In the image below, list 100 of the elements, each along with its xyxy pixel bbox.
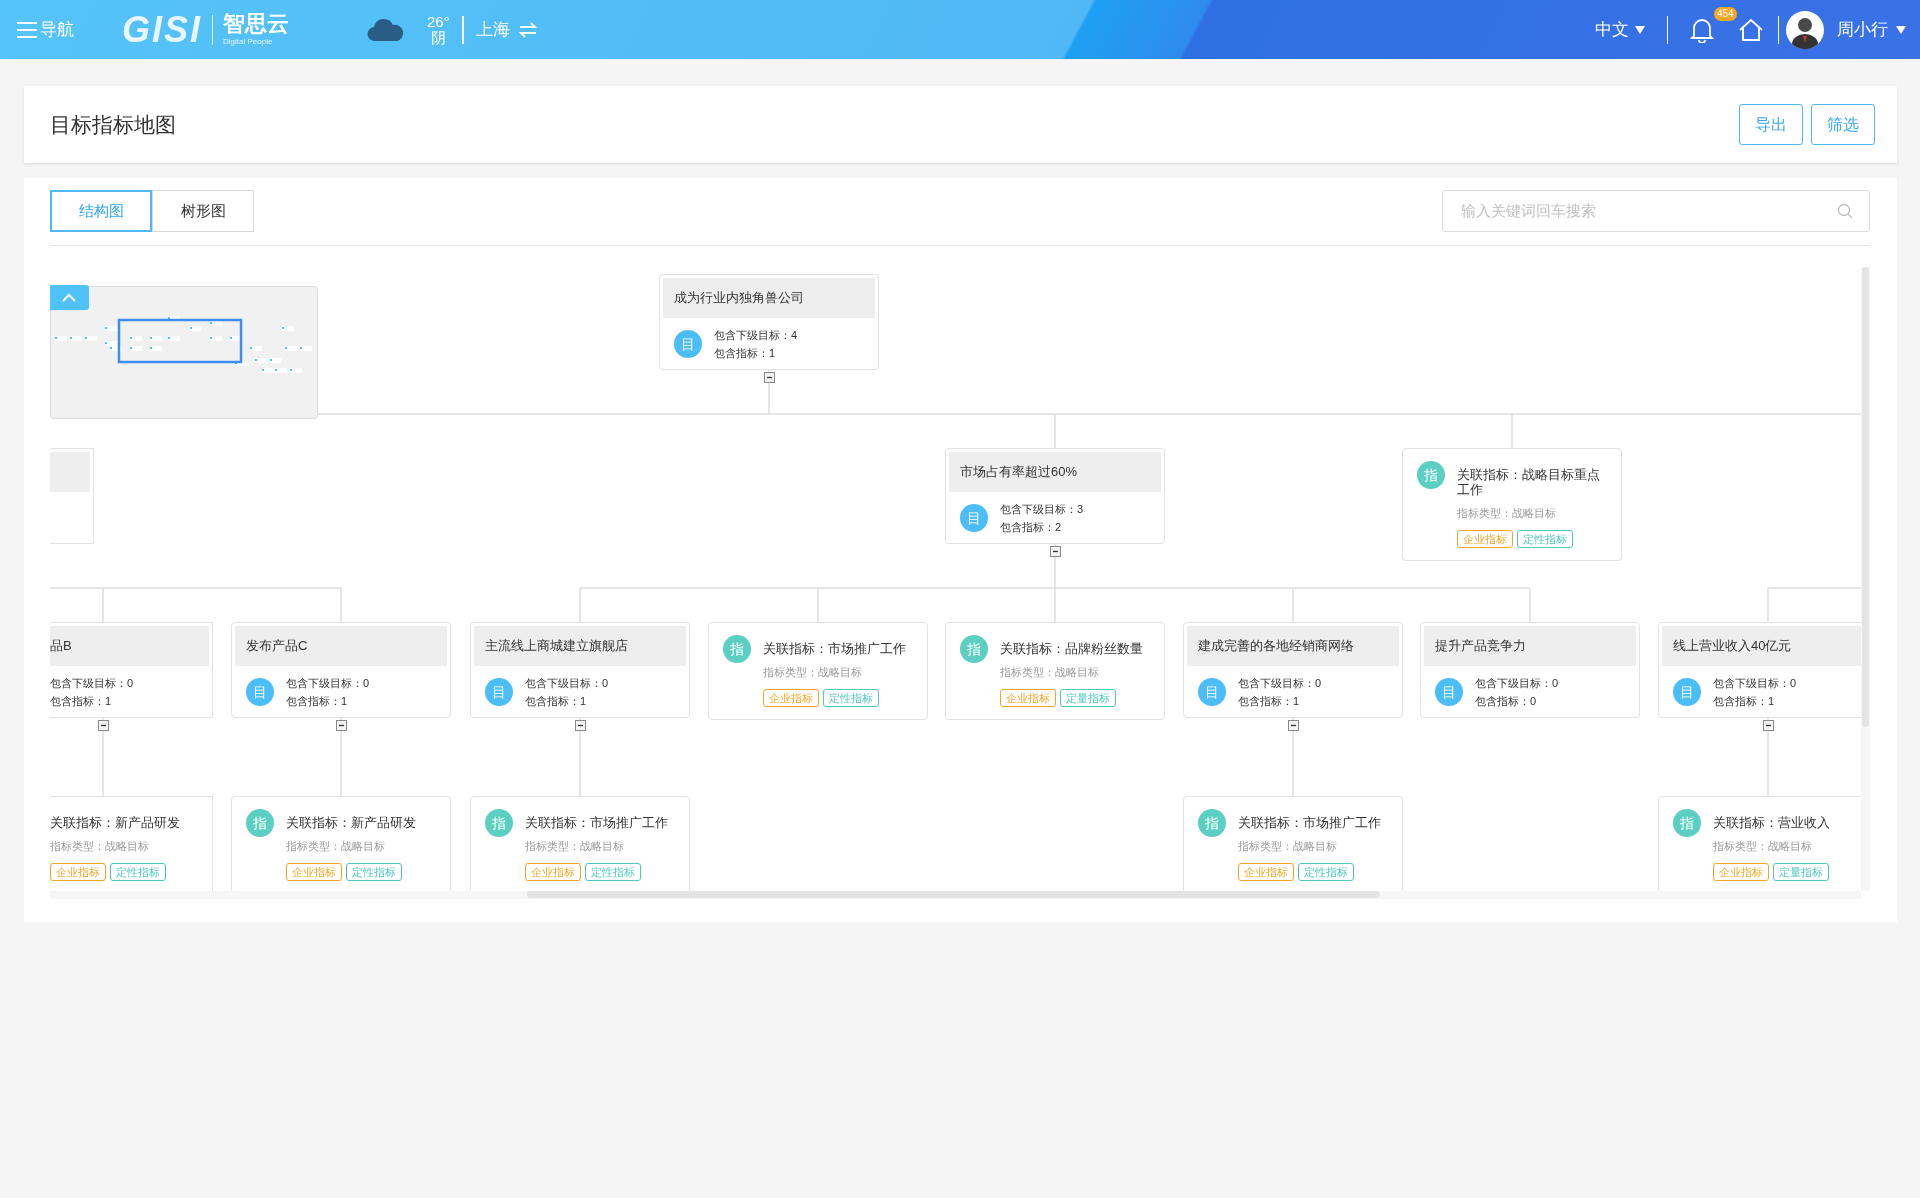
stat-text: 包含下级目标：0 xyxy=(50,676,134,691)
goal-card[interactable]: 市场占有率超过60% 目 包含下级目标：3 包含指标：2 xyxy=(945,448,1165,544)
swap-icon xyxy=(517,21,538,38)
stat-text: 包含下级目标：0 xyxy=(1713,676,1797,691)
node-title: 关联指标：新产品研发 xyxy=(50,815,180,830)
view-tab[interactable]: 树形图 xyxy=(152,190,254,232)
stat-text: 包含指标：1 xyxy=(1713,694,1776,709)
tag: 企业指标 xyxy=(286,862,342,881)
notification-count: 454 xyxy=(1714,6,1737,21)
indicator-type: 指标类型：战略目标 xyxy=(1713,839,1813,854)
stat-text: 包含下级目标：3 xyxy=(1000,502,1084,517)
avatar[interactable] xyxy=(1785,9,1825,50)
indicator-symbol: 指 xyxy=(723,635,751,663)
collapse-button[interactable] xyxy=(1288,720,1299,731)
tag: 定性指标 xyxy=(585,862,641,881)
node-title: 关联指标：市场推广工作 xyxy=(763,641,906,656)
goal-symbol: 目 xyxy=(246,678,274,706)
stat-text: 包含下级目标：4 xyxy=(714,328,798,343)
node-title: 发布产品C xyxy=(246,637,308,656)
vertical-scrollbar[interactable] xyxy=(1862,267,1869,727)
indicator-symbol: 指 xyxy=(1198,809,1226,837)
node-title: 关联指标：品牌粉丝数量 xyxy=(1000,641,1143,656)
node-title: 品B xyxy=(50,637,72,656)
goal-symbol: 目 xyxy=(1435,678,1463,706)
stat-text: 包含指标：1 xyxy=(1238,694,1301,709)
indicator-card[interactable]: 关联指标：新产品研发 指标类型：战略目标 企业指标 定性指标 xyxy=(50,796,213,891)
indicator-symbol: 指 xyxy=(960,635,988,663)
user-menu[interactable]: 周小行 xyxy=(1837,16,1906,43)
indicator-type: 指标类型：战略目标 xyxy=(50,839,150,854)
node-title: 市场占有率超过60% xyxy=(960,463,1078,482)
indicator-symbol: 指 xyxy=(246,809,274,837)
collapse-button[interactable] xyxy=(1050,546,1061,557)
stat-text: 包含指标：0 xyxy=(1475,694,1538,709)
collapse-button[interactable] xyxy=(336,720,347,731)
tag: 企业指标 xyxy=(1457,529,1513,548)
search-box[interactable]: 输入关键词回车搜索 xyxy=(1442,190,1870,232)
tag: 定性指标 xyxy=(110,862,166,881)
indicator-card[interactable]: 指 关联指标：市场推广工作 指标类型：战略目标 企业指标 定性指标 xyxy=(1183,796,1403,891)
goal-card[interactable]: 成为行业内独角兽公司 目 包含下级目标：4 包含指标：1 xyxy=(659,274,879,370)
goal-symbol: 目 xyxy=(1198,678,1226,706)
node-title: 成为行业内独角兽公司 xyxy=(674,289,804,308)
indicator-type: 指标类型：战略目标 xyxy=(1238,839,1338,854)
caret-icon xyxy=(1635,25,1645,34)
goal-card[interactable]: 发布产品C 目 包含下级目标：0 包含指标：1 xyxy=(231,622,451,718)
tag: 企业指标 xyxy=(1713,862,1769,881)
stat-text: 包含指标：2 xyxy=(1000,520,1063,535)
indicator-card[interactable]: 指 关联指标：品牌粉丝数量 指标类型：战略目标 企业指标 定量指标 xyxy=(945,622,1165,720)
language-dropdown[interactable]: 中文 xyxy=(1595,16,1645,43)
node-title: 关联指标：新产品研发 xyxy=(286,815,416,830)
goal-card[interactable]: 线上营业收入40亿元 目 包含下级目标：0 包含指标：1 xyxy=(1658,622,1861,718)
tag: 定量指标 xyxy=(1773,862,1829,881)
logo-subtitle: Digital People xyxy=(223,38,274,46)
collapse-button[interactable] xyxy=(98,720,109,731)
chevron-up-icon xyxy=(61,292,77,303)
goal-card[interactable]: 建成完善的各地经销商网络 目 包含下级目标：0 包含指标：1 xyxy=(1183,622,1403,718)
collapse-button[interactable] xyxy=(764,372,775,383)
minimap-toggle-button[interactable] xyxy=(50,285,89,310)
goal-symbol: 目 xyxy=(674,330,702,358)
tag: 企业指标 xyxy=(1000,688,1056,707)
goal-card[interactable]: 提升产品竞争力 目 包含下级目标：0 包含指标：0 xyxy=(1420,622,1640,718)
tag: 定量指标 xyxy=(1060,688,1116,707)
indicator-type: 指标类型：战略目标 xyxy=(763,665,863,680)
tag: 企业指标 xyxy=(525,862,581,881)
home-button[interactable] xyxy=(1738,17,1764,42)
indicator-type: 指标类型：战略目标 xyxy=(1457,506,1557,521)
node-title: 关联指标：市场推广工作 xyxy=(525,815,668,830)
stat-text: 包含指标：1 xyxy=(714,346,777,361)
cloud-icon xyxy=(367,17,406,42)
indicator-card[interactable]: 指 关联指标：市场推广工作 指标类型：战略目标 企业指标 定性指标 xyxy=(470,796,690,891)
node-title: 线上营业收入40亿元 xyxy=(1673,637,1792,656)
indicator-card[interactable]: 指 关联指标：市场推广工作 指标类型：战略目标 企业指标 定性指标 xyxy=(708,622,928,720)
collapse-button[interactable] xyxy=(1763,720,1774,731)
tag: 企业指标 xyxy=(1238,862,1294,881)
indicator-type: 指标类型：战略目标 xyxy=(1000,665,1100,680)
stat-text: 包含下级目标：0 xyxy=(1238,676,1322,691)
goal-card[interactable]: 品B 包含下级目标：0 包含指标：1 xyxy=(50,622,213,718)
stat-text: 包含指标：1 xyxy=(50,694,113,709)
stat-text: 包含下级目标：0 xyxy=(525,676,609,691)
indicator-symbol: 指 xyxy=(1673,809,1701,837)
collapse-button[interactable] xyxy=(575,720,586,731)
home-icon xyxy=(1738,17,1764,42)
page-title: 目标指标地图 xyxy=(50,111,176,138)
node-title: 建成完善的各地经销商网络 xyxy=(1198,637,1354,656)
horizontal-scrollbar[interactable] xyxy=(527,891,1380,898)
notification-button[interactable] xyxy=(1690,16,1714,43)
tag: 定性指标 xyxy=(1517,529,1573,548)
indicator-type: 指标类型：战略目标 xyxy=(525,839,625,854)
goal-symbol: 目 xyxy=(960,504,988,532)
node-title: 关联指标：营业收入 xyxy=(1713,815,1830,830)
stat-text: 包含下级目标：0 xyxy=(1475,676,1559,691)
indicator-card[interactable]: 指 关联指标：营业收入 指标类型：战略目标 企业指标 定量指标 xyxy=(1658,796,1861,891)
logo-text: GISI xyxy=(122,11,203,48)
indicator-card[interactable]: 指 关联指标：战略目标重点工作 指标类型：战略目标 企业指标 定性指标 xyxy=(1402,448,1622,561)
node-title: 提升产品竞争力 xyxy=(1435,637,1526,656)
menu-icon xyxy=(16,20,38,39)
stat-text: 包含指标：1 xyxy=(525,694,588,709)
node-title: 关联指标：战略目标重点工作 xyxy=(1457,467,1601,497)
indicator-card[interactable]: 指 关联指标：新产品研发 指标类型：战略目标 企业指标 定性指标 xyxy=(231,796,451,891)
goal-card[interactable]: 主流线上商城建立旗舰店 目 包含下级目标：0 包含指标：1 xyxy=(470,622,690,718)
temperature-text: 26° xyxy=(427,13,450,30)
